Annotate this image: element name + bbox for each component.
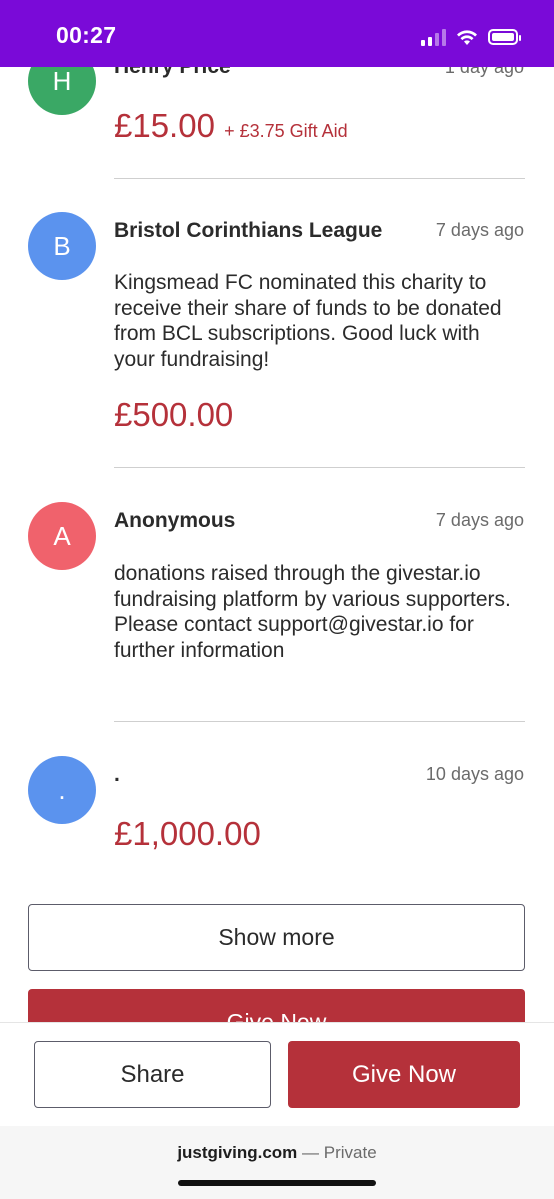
browser-address-bar[interactable]: justgiving.com — Private [0,1126,554,1199]
donation-time: 7 days ago [435,510,524,530]
donation-amount: £500.00 [114,396,234,433]
status-time: 00:27 [56,22,117,48]
donation-time: 10 days ago [425,764,524,784]
divider [114,721,525,722]
home-indicator[interactable] [178,1180,376,1186]
give-now-button-inline[interactable]: Give Now [28,989,525,1024]
avatar: A [28,502,96,570]
battery-icon [488,29,521,45]
donor-name: Bristol Corinthians League [114,219,383,242]
share-button[interactable]: Share [34,1041,271,1108]
url-separator: — [302,1143,320,1162]
cellular-signal-icon [421,28,446,46]
donation-time: 7 days ago [435,220,524,240]
donation-message: Kingsmead FC nominated this charity to r… [114,271,502,371]
avatar: . [28,756,96,824]
private-mode-label: Private [323,1143,377,1162]
avatar: B [28,212,96,280]
donations-list: H Henry Price 1 day ago £15.00 + £3.75 G… [0,0,554,1024]
url-display[interactable]: justgiving.com — Private [0,1143,554,1163]
divider [114,467,525,468]
donation-message: donations raised through the givestar.io… [114,562,511,662]
show-more-button[interactable]: Show more [28,904,525,971]
wifi-icon [457,29,477,45]
donation-amount: £15.00 [114,107,215,144]
donor-name: . [114,763,120,786]
donation-amount: £1,000.00 [114,815,261,852]
divider [114,178,525,179]
gift-aid-text: + £3.75 Gift Aid [224,121,348,141]
status-bar: 00:27 [0,0,554,67]
donation-amount-row: £15.00 + £3.75 Gift Aid [114,107,348,145]
bottom-action-bar: Share Give Now [0,1022,554,1127]
url-domain: justgiving.com [177,1143,298,1162]
donor-name: Anonymous [114,509,236,532]
give-now-button[interactable]: Give Now [288,1041,520,1108]
status-icons [421,26,521,48]
